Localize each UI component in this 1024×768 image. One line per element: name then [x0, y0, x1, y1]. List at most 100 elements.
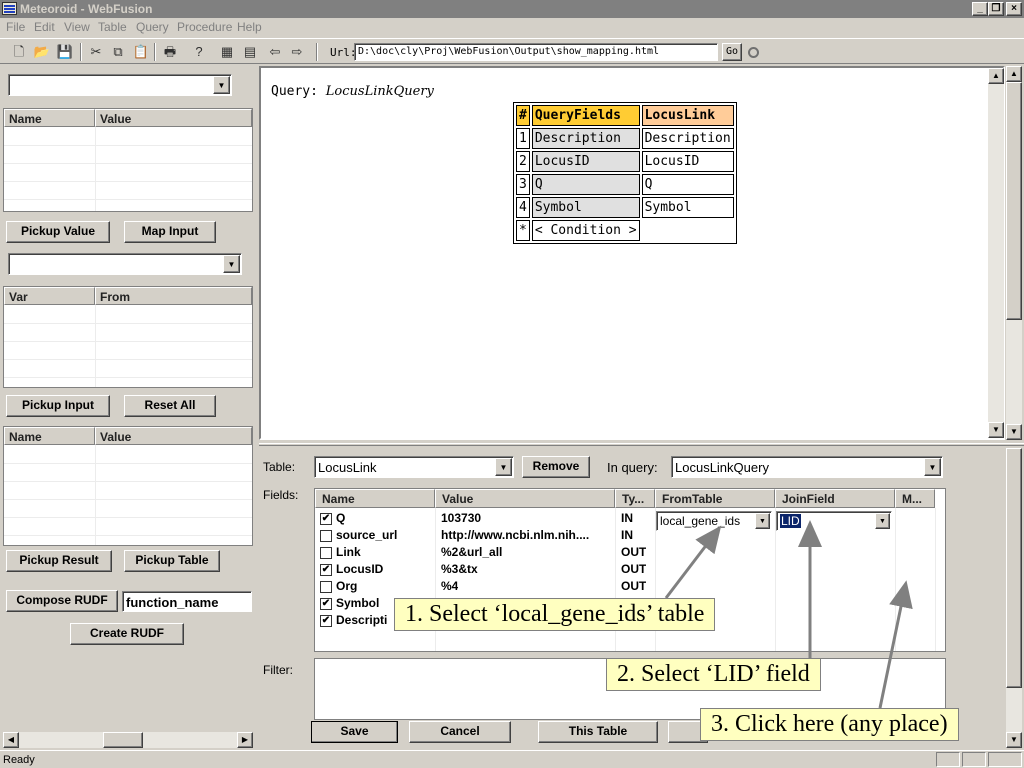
- url-input[interactable]: D:\doc\cly\Proj\WebFusion\Output\show_ma…: [354, 43, 718, 61]
- column-header-value[interactable]: Value: [95, 427, 252, 445]
- grid-view-icon[interactable]: ▤: [241, 43, 259, 61]
- column-header-name[interactable]: Name: [4, 109, 95, 127]
- menu-help[interactable]: Help: [237, 20, 262, 34]
- field-value[interactable]: %2&url_all: [441, 545, 502, 559]
- help-icon[interactable]: ?: [190, 43, 208, 61]
- reset-all-button[interactable]: Reset All: [124, 395, 216, 417]
- field-value[interactable]: 103730: [441, 511, 481, 525]
- column-header-var[interactable]: Var: [4, 287, 95, 305]
- scroll-down-icon[interactable]: ▼: [988, 422, 1004, 438]
- outer-vertical-scrollbar-top[interactable]: ▲ ▼: [1006, 66, 1022, 440]
- variable-grid[interactable]: Var From: [3, 286, 253, 388]
- filter-label: Filter:: [263, 663, 293, 677]
- field-checkbox[interactable]: [320, 530, 332, 542]
- save-button[interactable]: Save: [311, 721, 398, 743]
- minimize-button[interactable]: _: [972, 2, 988, 16]
- create-rudf-button[interactable]: Create RUDF: [70, 623, 184, 645]
- pickup-value-button[interactable]: Pickup Value: [6, 221, 110, 243]
- query-name: LocusLinkQuery: [325, 84, 434, 99]
- html-preview-pane[interactable]: Query: LocusLinkQuery # QueryFields Locu…: [259, 66, 1005, 440]
- field-checkbox[interactable]: ✔: [320, 513, 332, 525]
- open-folder-icon[interactable]: 📂: [33, 43, 51, 61]
- chevron-down-icon: ▼: [223, 255, 240, 273]
- menu-table[interactable]: Table: [98, 20, 127, 34]
- in-query-dropdown-value: LocusLinkQuery: [675, 460, 769, 475]
- cancel-button[interactable]: Cancel: [409, 721, 511, 743]
- field-value[interactable]: %3&tx: [441, 562, 478, 576]
- outer-vertical-scrollbar-bottom[interactable]: ▼: [1006, 448, 1022, 748]
- field-value[interactable]: http://www.ncbi.nlm.nih....: [441, 528, 611, 542]
- menu-view[interactable]: View: [64, 20, 90, 34]
- table-row[interactable]: Link %2&url_all OUT: [315, 544, 947, 561]
- table-dropdown[interactable]: LocusLink ▼: [314, 456, 514, 478]
- remove-button[interactable]: Remove: [522, 456, 590, 478]
- column-header-name[interactable]: Name: [4, 427, 95, 445]
- table-cell: Q: [641, 174, 734, 195]
- back-arrow-icon[interactable]: ⇦: [266, 43, 284, 61]
- scroll-up-icon[interactable]: ▲: [1006, 66, 1022, 82]
- compose-rudf-button[interactable]: Compose RUDF: [6, 590, 118, 612]
- condition-row[interactable]: * < Condition >: [516, 220, 734, 241]
- scroll-down-icon[interactable]: ▼: [1006, 732, 1022, 748]
- cut-icon[interactable]: ✂: [87, 43, 105, 61]
- table-row[interactable]: ✔ LocusID %3&tx OUT: [315, 561, 947, 578]
- in-query-dropdown[interactable]: LocusLinkQuery ▼: [671, 456, 943, 478]
- this-table-button[interactable]: This Table: [538, 721, 658, 743]
- fromtable-dropdown[interactable]: local_gene_ids ▼: [656, 511, 772, 531]
- new-file-icon[interactable]: 🗋: [10, 43, 28, 61]
- table-row[interactable]: Org %4 OUT: [315, 578, 947, 595]
- print-icon[interactable]: 🖶: [161, 43, 179, 61]
- close-button[interactable]: ×: [1006, 2, 1022, 16]
- menu-file[interactable]: File: [6, 20, 25, 34]
- restore-button[interactable]: ❐: [988, 2, 1004, 16]
- scroll-thumb[interactable]: [1006, 82, 1022, 320]
- preview-vertical-scrollbar[interactable]: ▲ ▼: [988, 68, 1004, 438]
- scroll-right-icon[interactable]: ▶: [237, 732, 253, 748]
- pickup-input-button[interactable]: Pickup Input: [6, 395, 110, 417]
- forward-arrow-icon[interactable]: ⇨: [288, 43, 306, 61]
- column-header-value[interactable]: Value: [95, 109, 252, 127]
- field-checkbox[interactable]: ✔: [320, 598, 332, 610]
- field-checkbox[interactable]: ✔: [320, 615, 332, 627]
- grid-line: [95, 445, 96, 545]
- field-value[interactable]: %4: [441, 579, 458, 593]
- menu-query[interactable]: Query: [136, 20, 169, 34]
- column-header-value[interactable]: Value: [435, 489, 615, 508]
- copy-icon[interactable]: ⧉: [109, 43, 127, 61]
- field-checkbox[interactable]: [320, 581, 332, 593]
- column-header-more[interactable]: M...: [895, 489, 935, 508]
- field-checkbox[interactable]: ✔: [320, 564, 332, 576]
- paste-icon[interactable]: 📋: [132, 43, 150, 61]
- column-header-type[interactable]: Ty...: [615, 489, 655, 508]
- value-source-dropdown[interactable]: ▼: [8, 74, 232, 96]
- scroll-up-icon[interactable]: ▲: [988, 68, 1004, 84]
- column-header-name[interactable]: Name: [315, 489, 435, 508]
- scroll-down-icon[interactable]: ▼: [1006, 424, 1022, 440]
- column-header-joinfield[interactable]: JoinField: [775, 489, 895, 508]
- field-checkbox[interactable]: [320, 547, 332, 559]
- table-view-icon[interactable]: ▦: [218, 43, 236, 61]
- variable-source-dropdown[interactable]: ▼: [8, 253, 242, 275]
- menu-edit[interactable]: Edit: [34, 20, 55, 34]
- pickup-result-button[interactable]: Pickup Result: [6, 550, 112, 572]
- joinfield-dropdown[interactable]: LID ▼: [776, 511, 892, 531]
- pane-splitter[interactable]: [259, 443, 1024, 446]
- scroll-thumb[interactable]: [1006, 448, 1022, 688]
- value-grid[interactable]: Name Value: [3, 108, 253, 212]
- go-button[interactable]: Go: [722, 43, 742, 61]
- title-bar[interactable]: Meteoroid - WebFusion _ ❐ ×: [0, 0, 1024, 18]
- table-row: 2 LocusID LocusID: [516, 151, 734, 172]
- scroll-left-icon[interactable]: ◀: [3, 732, 19, 748]
- column-header-fromtable[interactable]: FromTable: [655, 489, 775, 508]
- result-grid[interactable]: Name Value: [3, 426, 253, 546]
- column-header-from[interactable]: From: [95, 287, 252, 305]
- scroll-thumb[interactable]: [103, 732, 143, 748]
- table-cell: Symbol: [531, 197, 640, 218]
- save-disk-icon[interactable]: 💾: [56, 43, 74, 61]
- function-name-input[interactable]: function_name: [122, 591, 252, 612]
- pickup-table-button[interactable]: Pickup Table: [124, 550, 220, 572]
- menu-procedure[interactable]: Procedure: [177, 20, 232, 34]
- map-input-button[interactable]: Map Input: [124, 221, 216, 243]
- condition-cell[interactable]: < Condition >: [531, 220, 640, 241]
- left-horizontal-scrollbar[interactable]: ◀ ▶: [3, 732, 253, 748]
